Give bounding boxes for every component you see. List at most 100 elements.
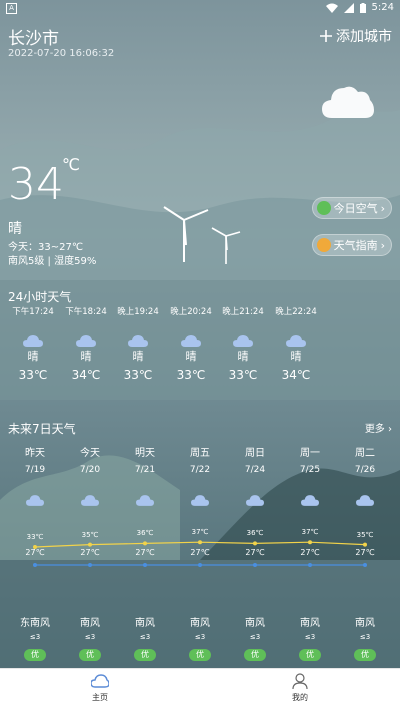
temperature-unit: ℃	[62, 155, 80, 174]
aqi-badge: 优	[134, 649, 156, 661]
status-time: 5:24	[371, 2, 394, 13]
cloud-icon	[26, 495, 44, 506]
daily-wind-item: 东南风 ≤3 优	[8, 618, 62, 661]
hourly-condition: 晴	[185, 350, 197, 363]
daily-day: 今天	[80, 448, 100, 459]
hourly-item: 晚上21:24 晴 33℃	[218, 306, 268, 382]
hourly-time: 晚上20:24	[170, 307, 212, 317]
low-temp-label: 27℃	[80, 548, 100, 557]
aqi-badge: 优	[299, 649, 321, 661]
high-temp-point	[88, 542, 92, 547]
user-icon	[292, 673, 308, 690]
daily-wind-direction: 南风	[80, 618, 100, 629]
high-temp-label: 35℃	[356, 530, 374, 539]
daily-wind-level: ≤3	[249, 633, 261, 641]
air-quality-label: 今日空气	[333, 202, 378, 215]
cloud-icon	[233, 335, 253, 347]
aqi-badge: 优	[189, 649, 211, 661]
daily-item: 昨天 7/19	[8, 447, 62, 506]
current-condition: 晴	[8, 221, 22, 237]
tab-home[interactable]: 主页	[70, 673, 130, 703]
cloud-icon	[76, 335, 96, 347]
chevron-right-icon: ›	[388, 424, 392, 435]
status-bar: A 5:24	[0, 0, 400, 16]
hourly-forecast: 下午17:24 晴 33℃ 下午18:24 晴 34℃ 晚上19:24 晴 33℃ 晚上20:24…	[0, 306, 400, 396]
wifi-icon	[325, 3, 338, 13]
cloud-icon	[286, 335, 306, 347]
high-temp-label: 37℃	[191, 528, 209, 537]
more-label: 更多	[364, 424, 385, 435]
daily-wind-direction: 南风	[355, 618, 375, 629]
cloud-icon	[356, 495, 374, 506]
add-city-button[interactable]: 添加城市	[320, 26, 392, 46]
chevron-right-icon: ›	[380, 201, 385, 215]
cloud-icon	[322, 86, 374, 118]
low-temp-label: 27℃	[300, 548, 320, 557]
daily-date: 7/21	[134, 465, 156, 475]
high-temp-label: 35℃	[81, 530, 99, 539]
daily-wind-item: 南风 ≤3 优	[228, 618, 282, 661]
high-temp-point	[308, 540, 312, 545]
hourly-condition: 晴	[290, 350, 302, 363]
weather-guide-button[interactable]: 天气指南 ›	[311, 234, 392, 256]
daily-day: 明天	[135, 448, 155, 459]
high-temp-point	[253, 541, 257, 546]
more-link[interactable]: 更多 ›	[365, 420, 392, 435]
daily-item: 周二 7/26	[338, 447, 392, 506]
daily-day: 周二	[355, 448, 375, 459]
high-temp-label: 33℃	[26, 533, 44, 541]
notification-icon: A	[6, 3, 17, 14]
daily-wind-direction: 东南风	[20, 618, 50, 629]
city-name[interactable]: 长沙市	[8, 24, 59, 49]
cloud-icon	[81, 495, 99, 506]
weather-home-icon	[90, 674, 110, 688]
cloud-icon	[136, 495, 154, 506]
hourly-time: 下午18:24	[65, 307, 107, 317]
high-temp-label: 36℃	[136, 529, 154, 538]
hourly-temp: 33℃	[228, 368, 258, 382]
battery-icon	[359, 3, 366, 13]
daily-item: 周一 7/25	[283, 447, 337, 506]
hourly-temp: 34℃	[71, 368, 101, 382]
daily-wind-direction: 南风	[300, 618, 320, 629]
today-temp-range: 今天：33~27℃	[8, 242, 84, 253]
plus-icon	[320, 30, 332, 42]
high-temp-label: 36℃	[246, 529, 264, 538]
daily-item: 周日 7/24	[228, 447, 282, 506]
high-temp-point	[363, 542, 367, 547]
air-quality-button[interactable]: 今日空气 ›	[311, 197, 392, 219]
status-icons: 5:24	[325, 0, 394, 16]
hourly-temp: 33℃	[123, 368, 153, 382]
tab-profile-label: 我的	[292, 693, 308, 702]
leaf-icon	[316, 201, 331, 215]
daily-item: 明天 7/21	[118, 447, 172, 506]
daily-item: 周五 7/22	[173, 447, 227, 506]
daily-title: 未来7日天气	[8, 422, 76, 436]
hourly-item: 晚上20:24 晴 33℃	[166, 306, 216, 382]
update-datetime: 2022-07-20 16:06:32	[8, 48, 115, 59]
low-temp-point	[198, 563, 202, 567]
aqi-badge: 优	[24, 649, 46, 661]
add-city-label: 添加城市	[336, 29, 392, 45]
hourly-temp: 34℃	[281, 368, 311, 382]
daily-wind-item: 南风 ≤3 优	[118, 618, 172, 661]
tab-profile[interactable]: 我的	[270, 673, 330, 703]
daily-wind-item: 南风 ≤3 优	[63, 618, 117, 661]
hourly-time: 晚上19:24	[117, 307, 159, 317]
daily-wind-direction: 南风	[245, 618, 265, 629]
hourly-item: 下午17:24 晴 33℃	[8, 306, 58, 382]
hourly-condition: 晴	[132, 350, 144, 363]
low-temp-label: 27℃	[355, 548, 375, 557]
daily-wind-level: ≤3	[304, 633, 316, 641]
daily-wind-level: ≤3	[194, 633, 206, 641]
daily-wind-level: ≤3	[29, 633, 41, 641]
hourly-time: 晚上22:24	[275, 307, 317, 317]
low-temp-point	[88, 563, 92, 567]
daily-wind-item: 南风 ≤3 优	[173, 618, 227, 661]
hourly-temp: 33℃	[176, 368, 206, 382]
daily-date: 7/20	[79, 465, 101, 475]
daily-date: 7/19	[24, 465, 46, 475]
signal-icon	[343, 3, 354, 13]
hourly-item: 晚上19:24 晴 33℃	[113, 306, 163, 382]
current-temperature: 34	[8, 159, 64, 210]
